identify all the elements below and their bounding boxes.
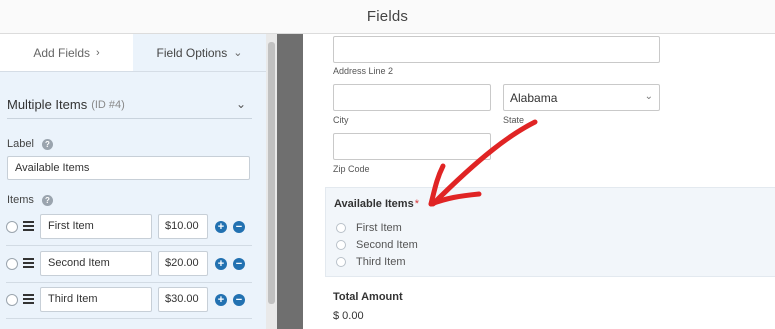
item-option[interactable]: Third Item <box>336 256 406 268</box>
items-heading: Items ? <box>7 194 53 206</box>
field-options-panel: Add Fields › Field Options ⌄ Multiple It… <box>0 34 266 329</box>
red-hand-drawn-arrow-icon <box>428 119 538 207</box>
item-label-input[interactable]: First Item <box>40 214 152 239</box>
address-line-2-input[interactable] <box>333 36 660 63</box>
total-amount-label: Total Amount <box>333 291 403 303</box>
drag-handle-icon[interactable] <box>23 258 34 268</box>
chevron-down-icon: ⌄ <box>233 47 243 59</box>
question-circle-icon[interactable]: ? <box>41 194 53 206</box>
field-header[interactable]: Multiple Items (ID #4) ⌄ <box>7 91 252 119</box>
chevron-down-icon[interactable]: ⌄ <box>236 97 246 111</box>
label-input[interactable]: Available Items <box>7 156 250 180</box>
radio-circle[interactable] <box>336 240 346 250</box>
minus-circle-icon[interactable]: − <box>233 258 245 270</box>
tab-field-options-label: Field Options <box>156 45 228 60</box>
plus-circle-icon[interactable]: + <box>215 258 227 270</box>
city-label: City <box>333 115 349 125</box>
default-radio[interactable] <box>6 258 18 270</box>
item-price-input[interactable]: $10.00 <box>158 214 208 239</box>
panel-tabs: Add Fields › Field Options ⌄ <box>0 34 266 72</box>
total-amount-value: $ 0.00 <box>333 310 364 322</box>
field-name: Multiple Items <box>7 97 88 112</box>
available-items-field[interactable]: Available Items* First Item Second Item … <box>325 187 775 277</box>
question-circle-icon[interactable]: ? <box>41 138 53 150</box>
item-option-label: Second Item <box>356 239 418 251</box>
zip-label: Zip Code <box>333 164 370 174</box>
item-option-label: First Item <box>356 222 402 234</box>
row-divider <box>6 245 252 246</box>
item-row: Second Item $20.00 + − <box>6 250 252 278</box>
radio-circle[interactable] <box>336 257 346 267</box>
state-select[interactable]: Alabama ⌄ <box>503 84 660 111</box>
tab-add-fields[interactable]: Add Fields › <box>0 34 133 71</box>
chevron-down-icon: ⌄ <box>644 91 653 102</box>
address-line-2-label: Address Line 2 <box>333 66 394 76</box>
required-mark: * <box>414 198 419 210</box>
field-id: (ID #4) <box>91 98 125 111</box>
item-price-input[interactable]: $30.00 <box>158 287 208 312</box>
default-radio[interactable] <box>6 221 18 233</box>
panel-scrollbar[interactable] <box>266 34 277 329</box>
label-heading-text: Label <box>7 138 34 150</box>
item-price-input[interactable]: $20.00 <box>158 251 208 276</box>
item-option[interactable]: Second Item <box>336 239 418 251</box>
item-label-input[interactable]: Third Item <box>40 287 152 312</box>
item-option[interactable]: First Item <box>336 222 402 234</box>
row-divider <box>6 318 252 319</box>
radio-circle[interactable] <box>336 223 346 233</box>
top-bar: Fields <box>0 0 775 34</box>
scrollbar-thumb[interactable] <box>268 42 275 304</box>
drag-handle-icon[interactable] <box>23 221 34 231</box>
item-label-input[interactable]: Second Item <box>40 251 152 276</box>
default-radio[interactable] <box>6 294 18 306</box>
plus-circle-icon[interactable]: + <box>215 294 227 306</box>
available-items-title: Available Items* <box>334 198 419 210</box>
tab-add-fields-label: Add Fields <box>33 45 91 60</box>
page-title: Fields <box>366 8 409 25</box>
items-heading-text: Items <box>7 194 34 206</box>
minus-circle-icon[interactable]: − <box>233 221 245 233</box>
row-divider <box>6 282 252 283</box>
available-items-label: Available Items <box>334 198 414 210</box>
drag-handle-icon[interactable] <box>23 294 34 304</box>
item-row: Third Item $30.00 + − <box>6 286 252 314</box>
chevron-right-icon: › <box>96 46 100 59</box>
state-select-value: Alabama <box>510 91 558 105</box>
item-row: First Item $10.00 + − <box>6 213 252 241</box>
plus-circle-icon[interactable]: + <box>215 221 227 233</box>
minus-circle-icon[interactable]: − <box>233 294 245 306</box>
city-input[interactable] <box>333 84 491 111</box>
panel-divider <box>277 34 303 329</box>
form-preview: Address Line 2 City Alabama ⌄ State Zip … <box>303 34 775 329</box>
item-option-label: Third Item <box>356 256 406 268</box>
label-heading: Label ? <box>7 138 53 150</box>
tab-field-options[interactable]: Field Options ⌄ <box>133 34 266 71</box>
